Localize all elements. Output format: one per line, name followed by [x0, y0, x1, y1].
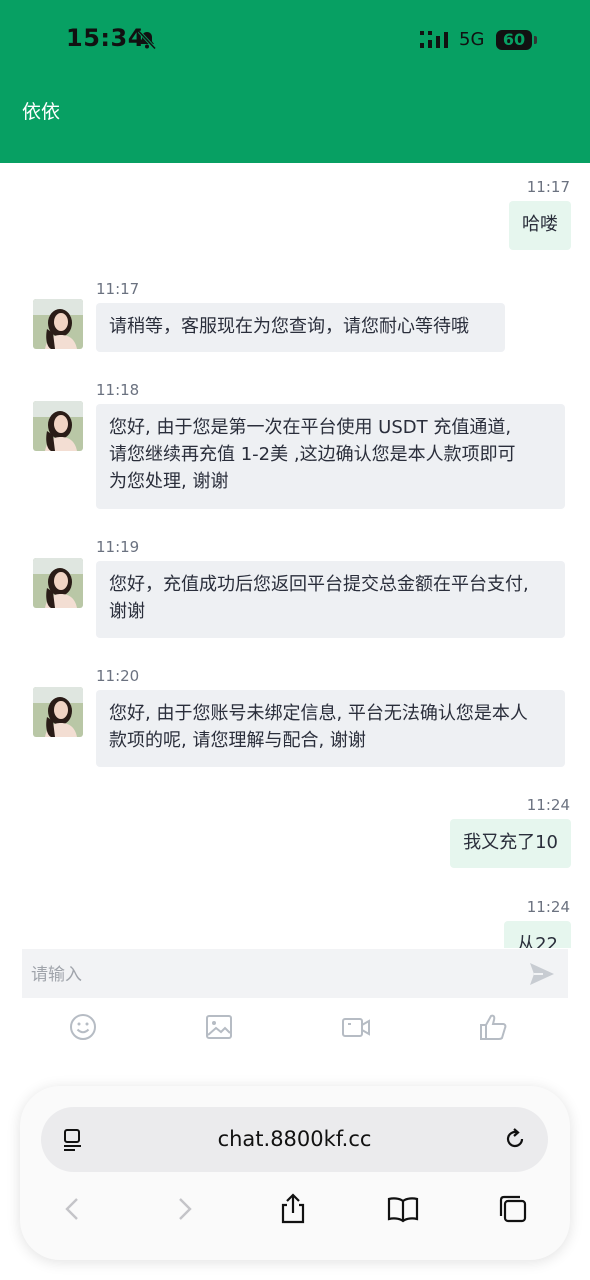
incoming-message[interactable]: 您好，充值成功后您返回平台提交总金额在平台支付, 谢谢	[96, 561, 565, 638]
message-time: 11:19	[96, 538, 140, 556]
message-list[interactable]: 11:17 哈喽 11:17 请稍等，客服现在为您查询，请您耐心等待哦 11:1…	[0, 163, 590, 948]
message-line: 款项的呢, 请您理解与配合, 谢谢	[109, 730, 366, 751]
status-time: 15:34	[66, 24, 145, 52]
message-line: 您好, 由于您账号未绑定信息, 平台无法确认您是本人	[109, 703, 528, 724]
avatar-image	[33, 401, 83, 451]
message-line: 为您处理, 谢谢	[109, 471, 229, 492]
avatar-image	[33, 558, 83, 608]
avatar[interactable]	[33, 299, 83, 349]
message-time: 11:24	[526, 898, 570, 916]
outgoing-message[interactable]: 从22	[504, 921, 571, 948]
reload-icon[interactable]	[502, 1126, 528, 1152]
page-title: 依依	[22, 101, 61, 123]
url-text: chat.8800kf.cc	[217, 1127, 372, 1151]
outgoing-message[interactable]: 我又充了10	[450, 819, 571, 868]
forward-icon[interactable]	[168, 1192, 202, 1226]
back-icon[interactable]	[55, 1192, 89, 1226]
network-label: 5G	[459, 29, 485, 50]
message-time: 11:24	[526, 796, 570, 814]
smile-icon[interactable]	[68, 1012, 98, 1042]
image-icon[interactable]	[204, 1012, 234, 1042]
chat-header: 15:34 5G 60 依依	[0, 0, 590, 163]
battery-icon: 60	[496, 30, 532, 50]
incoming-message[interactable]: 您好, 由于您账号未绑定信息, 平台无法确认您是本人 款项的呢, 请您理解与配合…	[96, 690, 565, 767]
video-icon[interactable]	[341, 1012, 371, 1042]
outgoing-message[interactable]: 哈喽	[509, 201, 571, 250]
message-line: 您好，充值成功后您返回平台提交总金额在平台支付,	[109, 574, 529, 595]
message-time: 11:18	[96, 381, 140, 399]
message-input[interactable]	[22, 949, 513, 1000]
avatar[interactable]	[33, 558, 83, 608]
battery-level: 60	[502, 30, 526, 49]
avatar-image	[33, 299, 83, 349]
incoming-message[interactable]: 您好, 由于您是第一次在平台使用 USDT 充值通道, 请您继续再充值 1-2美…	[96, 404, 565, 509]
address-bar[interactable]: chat.8800kf.cc	[41, 1107, 548, 1172]
bell-muted-icon	[137, 30, 157, 50]
thumbs-up-icon[interactable]	[478, 1012, 508, 1042]
message-time: 11:17	[526, 178, 570, 196]
message-line: 请您继续再充值 1-2美 ,这边确认您是本人款项即可	[109, 444, 516, 465]
avatar[interactable]	[33, 687, 83, 737]
message-time: 11:17	[96, 280, 140, 298]
send-icon[interactable]	[528, 960, 556, 988]
battery-tip	[534, 36, 537, 44]
avatar[interactable]	[33, 401, 83, 451]
share-icon[interactable]	[276, 1192, 310, 1226]
signal-icon	[420, 31, 448, 48]
message-input-bar	[22, 949, 568, 1000]
tabs-icon[interactable]	[496, 1192, 530, 1226]
incoming-message[interactable]: 请稍等，客服现在为您查询，请您耐心等待哦	[96, 303, 505, 352]
message-time: 11:20	[96, 667, 140, 685]
avatar-image	[33, 687, 83, 737]
message-line: 谢谢	[109, 601, 145, 622]
message-line: 您好, 由于您是第一次在平台使用 USDT 充值通道,	[109, 417, 512, 438]
browser-toolbar: chat.8800kf.cc	[20, 1086, 570, 1260]
bookmarks-icon[interactable]	[386, 1192, 420, 1226]
